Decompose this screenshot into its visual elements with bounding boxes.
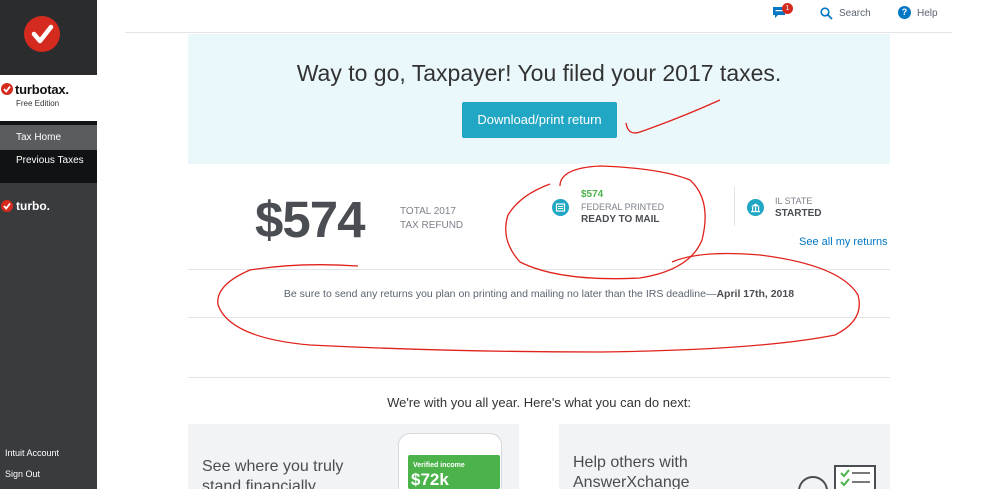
brand-block: turbotax. Free Edition [0,75,97,121]
answerxchange-line2: AnswerXchange [573,474,690,489]
checkmark-logo-icon[interactable] [24,16,60,52]
turbo-link[interactable]: turbo. [0,198,97,216]
help-link[interactable]: Help [917,8,938,19]
deadline-date: April 17th, 2018 [716,288,795,300]
sidebar-item-previous-taxes[interactable]: Previous Taxes [0,148,97,173]
sidebar-nav: Tax Home Previous Taxes [0,121,97,183]
sign-out-link[interactable]: Sign Out [5,469,40,479]
answerxchange-card-title: Help others with AnswerXchange [573,453,690,489]
hero-banner: Way to go, Taxpayer! You filed your 2017… [188,34,890,164]
page-title: Way to go, Taxpayer! You filed your 2017… [296,60,782,86]
checklist-illustration [834,465,876,489]
top-bar: 1 Search ? Help [97,0,998,30]
search-link[interactable]: Search [839,8,871,19]
section-divider-3 [188,377,890,378]
financial-card-title: See where you truly stand financially [202,457,343,489]
state-label: IL STATE [775,196,813,206]
verified-income-value: $72k [411,470,449,489]
refund-label-line1: TOTAL 2017 [400,206,456,217]
section-divider-2 [188,317,890,318]
see-all-returns-link[interactable]: See all my returns [799,236,888,248]
next-steps-title: We're with you all year. Here's what you… [387,395,691,410]
intuit-account-link[interactable]: Intuit Account [5,448,59,458]
refund-label-line2: TAX REFUND [400,220,464,231]
help-icon[interactable]: ? [898,6,911,19]
search-icon[interactable] [820,7,833,25]
financial-card-line2: stand financially [202,478,316,489]
app: turbotax. Free Edition Tax Home Previous… [0,0,998,489]
state-status: STARTED [775,208,822,219]
federal-label: FEDERAL PRINTED [581,202,665,212]
deadline-notice: Be sure to send any returns you plan on … [188,288,890,300]
brand-edition: Free Edition [16,99,60,108]
brand-check-icon [1,83,13,95]
turbo-check-icon [1,200,13,212]
federal-doc-icon [552,199,569,216]
notification-badge: 1 [782,3,793,14]
refund-label: TOTAL 2017 TAX REFUND [400,205,463,233]
state-building-icon [747,199,764,216]
status-divider [734,186,735,226]
deadline-notice-text: Be sure to send any returns you plan on … [283,288,717,300]
answerxchange-line1: Help others with [573,454,688,471]
verified-income-label: Verified income [413,462,465,469]
turbo-label: turbo. [16,199,50,213]
federal-status: READY TO MAIL [581,214,660,225]
sidebar-header [0,0,97,75]
federal-amount: $574 [581,189,604,200]
download-print-return-button[interactable]: Download/print return [462,102,617,138]
sidebar: turbotax. Free Edition Tax Home Previous… [0,0,97,489]
top-divider [125,32,952,33]
refund-amount: $574 [255,191,365,248]
sidebar-item-tax-home[interactable]: Tax Home [0,125,97,150]
section-divider-1 [188,269,890,270]
financial-card-line1: See where you truly [202,458,344,475]
brand-name: turbotax. [15,82,69,97]
